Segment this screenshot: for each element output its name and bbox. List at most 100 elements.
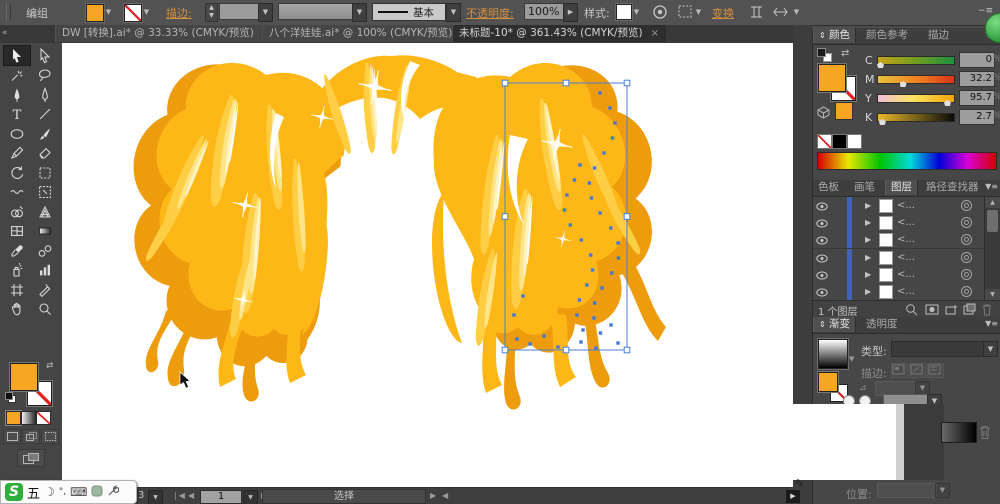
- visibility-eye-icon[interactable]: [816, 270, 828, 283]
- none-mode-button[interactable]: [36, 411, 51, 425]
- screen-mode-button[interactable]: [17, 449, 45, 467]
- direct-selection-tool[interactable]: [32, 46, 58, 65]
- expand-triangle-icon[interactable]: ▶: [865, 270, 871, 279]
- zoom-dropdown-icon[interactable]: ▼: [148, 490, 163, 504]
- layer-thumbnail[interactable]: [879, 268, 893, 282]
- location-caret-icon[interactable]: ▼: [935, 483, 950, 498]
- selection-marquee-tool[interactable]: [32, 183, 58, 202]
- select-similar-icon[interactable]: [678, 5, 693, 22]
- pen-tool[interactable]: [4, 85, 30, 104]
- gradient-tool[interactable]: [32, 222, 58, 241]
- out-of-gamut-cube-icon[interactable]: [817, 106, 830, 122]
- mesh-tool[interactable]: [4, 222, 30, 241]
- dock-chevrons-icon[interactable]: «: [2, 28, 8, 38]
- selection-tool[interactable]: [4, 46, 30, 65]
- magic-wand-tool[interactable]: [4, 66, 30, 85]
- artboard-dropdown-icon[interactable]: ▼: [243, 490, 258, 504]
- eyedropper-tool[interactable]: [4, 241, 30, 260]
- panel-menu-icon[interactable]: ▼≡: [985, 319, 998, 328]
- selection-handle[interactable]: [563, 347, 569, 353]
- recolor-artwork-icon[interactable]: [652, 4, 668, 23]
- status-expand-icon[interactable]: ▶: [430, 491, 436, 500]
- visibility-eye-icon[interactable]: [816, 235, 828, 248]
- sogou-logo[interactable]: S: [5, 483, 23, 501]
- color-mode-button[interactable]: [6, 411, 21, 425]
- stroke-along-button[interactable]: [909, 363, 926, 378]
- gradient-fill-proxy[interactable]: [818, 372, 838, 392]
- white-swatch[interactable]: [847, 134, 862, 149]
- close-icon[interactable]: ×: [651, 28, 659, 39]
- variable-width-profile[interactable]: 基本: [372, 3, 446, 21]
- panel-collapse-icon[interactable]: ⇕: [819, 320, 826, 329]
- layer-thumbnail[interactable]: [879, 285, 893, 299]
- brush-definition-field[interactable]: [278, 3, 358, 20]
- selection-handle[interactable]: [624, 214, 630, 220]
- tab-brushes[interactable]: 画笔: [849, 180, 880, 195]
- delete-stop-icon[interactable]: [978, 424, 992, 443]
- in-gamut-swatch[interactable]: [835, 102, 853, 120]
- expand-triangle-icon[interactable]: ▶: [865, 253, 871, 262]
- visibility-eye-icon[interactable]: [816, 253, 828, 266]
- stroke-color-caret-icon[interactable]: ▼: [142, 4, 151, 20]
- selection-handle[interactable]: [502, 80, 508, 86]
- stroke-weight-field[interactable]: [219, 3, 263, 20]
- artboard-tool[interactable]: [4, 280, 30, 299]
- visibility-eye-icon[interactable]: [816, 218, 828, 231]
- visibility-eye-icon[interactable]: [816, 287, 828, 300]
- layer-name[interactable]: <...: [897, 234, 915, 245]
- tab-color-guide[interactable]: 颜色参考: [861, 28, 913, 43]
- layer-name[interactable]: <...: [897, 269, 915, 280]
- rotate-tool[interactable]: [4, 163, 30, 182]
- scroll-right-button[interactable]: ▶: [786, 490, 800, 503]
- layer-row[interactable]: ▶<...: [813, 231, 983, 249]
- layer-thumbnail[interactable]: [879, 199, 893, 213]
- channel-value-field[interactable]: 0: [959, 52, 995, 68]
- tab-color[interactable]: ⇕ 颜色: [813, 28, 856, 43]
- tab-stroke[interactable]: 描边: [923, 28, 954, 43]
- current-tool-indicator[interactable]: 选择: [262, 489, 426, 504]
- layers-scrollbar[interactable]: ▲ ▼: [984, 197, 1000, 300]
- target-circle-icon[interactable]: [961, 234, 972, 245]
- tab-pathfinder[interactable]: 路径查找器: [921, 180, 984, 195]
- swap-fill-stroke-icon[interactable]: ⇄: [46, 361, 54, 371]
- type-tool[interactable]: T: [4, 105, 30, 124]
- status-collapse-icon[interactable]: ◀: [442, 491, 448, 500]
- channel-slider-track[interactable]: [877, 113, 955, 122]
- tab-gradient[interactable]: ⇕ 渐变: [813, 317, 856, 332]
- layer-thumbnail[interactable]: [879, 233, 893, 247]
- draw-normal-button[interactable]: [3, 429, 21, 444]
- anchor-point-tool[interactable]: [32, 85, 58, 104]
- channel-value-field[interactable]: 32.2: [959, 71, 995, 87]
- opacity-dropdown-icon[interactable]: ▶: [563, 3, 578, 22]
- target-circle-icon[interactable]: [961, 269, 972, 280]
- black-swatch[interactable]: [832, 134, 847, 149]
- selection-handle[interactable]: [624, 347, 630, 353]
- tab-swatches[interactable]: 色板: [813, 180, 844, 195]
- column-graph-tool[interactable]: [32, 261, 58, 280]
- fill-color-caret-icon[interactable]: ▼: [104, 4, 113, 20]
- channel-slider-track[interactable]: [877, 56, 955, 65]
- stroke-weight-link[interactable]: 描边:: [166, 5, 192, 21]
- fill-proxy-swatch[interactable]: [10, 363, 38, 391]
- opacity-field[interactable]: 100%: [524, 3, 568, 20]
- expand-triangle-icon[interactable]: ▶: [865, 201, 871, 210]
- line-segment-tool[interactable]: [32, 105, 58, 124]
- document-tab-2[interactable]: 八个洋娃娃.ai* @ 100% (CMYK/预览)×: [262, 25, 476, 42]
- target-circle-icon[interactable]: [961, 252, 972, 263]
- layer-thumbnail[interactable]: [879, 251, 893, 265]
- gradient-mode-button[interactable]: [21, 411, 36, 425]
- pencil-tool[interactable]: [4, 144, 30, 163]
- channel-value-field[interactable]: 2.7: [959, 109, 995, 125]
- lasso-tool[interactable]: [32, 66, 58, 85]
- artboard-number-field[interactable]: 1: [200, 490, 242, 504]
- punctuation-icon[interactable]: °,: [59, 486, 66, 498]
- draw-inside-button[interactable]: [41, 429, 59, 444]
- draw-behind-button[interactable]: [22, 429, 40, 444]
- free-transform-tool[interactable]: [32, 163, 58, 182]
- panel-fill-swatch[interactable]: [818, 64, 846, 92]
- transform-link[interactable]: 变换: [712, 5, 734, 21]
- scrollbar-thumb[interactable]: [987, 210, 998, 232]
- canvas-artboard[interactable]: [62, 43, 793, 487]
- ime-mode-label[interactable]: 五: [27, 483, 40, 502]
- target-circle-icon[interactable]: [961, 217, 972, 228]
